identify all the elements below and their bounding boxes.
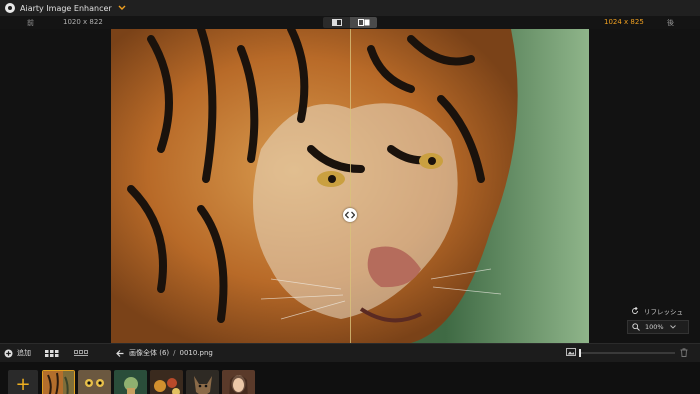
thumbnail-size-slider[interactable] (579, 352, 675, 354)
chevron-down-icon (669, 325, 676, 329)
zoom-value: 100% (645, 323, 664, 331)
grid-view-button[interactable] (44, 348, 60, 359)
trash-icon[interactable] (680, 348, 688, 359)
compare-handle[interactable] (343, 208, 357, 222)
app-title: Aiarty Image Enhancer (20, 3, 112, 13)
thumbnail-owl[interactable] (78, 370, 111, 394)
list-view-button[interactable] (73, 348, 89, 359)
add-image-tile[interactable]: + (8, 370, 38, 394)
original-size: 1020 x 822 (63, 18, 103, 26)
view-mode-toggle (323, 17, 377, 28)
refresh-button[interactable]: リフレッシュ (627, 304, 689, 318)
preview-stage: リフレッシュ 100% (0, 29, 700, 343)
add-circle-icon (4, 349, 13, 357)
after-label: 後 (667, 19, 674, 27)
breadcrumb-separator: / (173, 349, 176, 357)
refresh-label: リフレッシュ (644, 308, 683, 316)
filmstrip: + (0, 362, 700, 394)
app-logo-icon (5, 3, 15, 13)
slider-knob[interactable] (579, 349, 581, 357)
list-view-icon (74, 350, 88, 356)
before-label: 前 (27, 19, 34, 27)
breadcrumb-all-images[interactable]: 画像全体 (6) (129, 348, 169, 358)
side-by-side-icon (357, 19, 369, 26)
compare-split-line[interactable] (350, 29, 351, 343)
thumbnail-forest[interactable] (114, 370, 147, 394)
info-bar: 前 1020 x 822 1024 x 825 後 (0, 16, 700, 29)
drag-arrows-icon (345, 211, 355, 219)
add-button[interactable]: 追加 (4, 348, 31, 358)
breadcrumb-file: 0010.png (179, 349, 213, 357)
thumbnail-portrait[interactable] (222, 370, 255, 394)
breadcrumb: 画像全体 (6) / 0010.png (116, 348, 213, 358)
split-view-icon (331, 19, 342, 26)
thumbnail-dog[interactable] (186, 370, 219, 394)
split-view-button[interactable] (323, 17, 350, 28)
side-by-side-button[interactable] (350, 17, 377, 28)
image-size-icon (566, 348, 576, 358)
bottom-toolbar: 追加 画像全体 (6) / 0010.png (0, 343, 700, 362)
title-bar: Aiarty Image Enhancer (0, 0, 700, 16)
preview-side-panel: リフレッシュ 100% (627, 304, 689, 334)
thumbnail-food[interactable] (150, 370, 183, 394)
plus-icon: + (15, 374, 31, 394)
zoom-icon (632, 323, 640, 331)
thumbnail-tiger[interactable] (42, 370, 75, 394)
zoom-select[interactable]: 100% (627, 320, 689, 334)
chevron-down-icon[interactable] (117, 3, 127, 13)
refresh-icon (632, 307, 638, 314)
back-arrow-icon[interactable] (116, 349, 124, 357)
grid-view-icon (45, 350, 59, 357)
enhanced-size: 1024 x 825 (604, 18, 644, 26)
add-label: 追加 (17, 349, 31, 357)
